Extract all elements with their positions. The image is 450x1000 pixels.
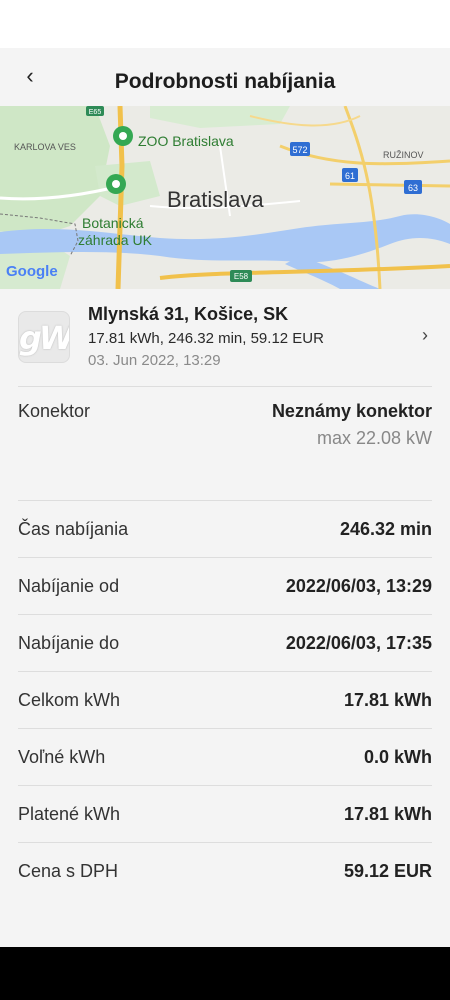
detail-label: Nabíjanie do <box>18 633 120 653</box>
shield-572: 572 <box>292 145 307 155</box>
detail-row-total-kwh: Celkom kWh 17.81 kWh <box>0 672 450 729</box>
station-logo: gW <box>18 311 70 363</box>
session-summary: 17.81 kWh, 246.32 min, 59.12 EUR <box>88 330 324 347</box>
detail-label: Celkom kWh <box>18 690 121 710</box>
detail-value: 17.81 kWh <box>343 690 432 710</box>
detail-label: Čas nabíjania <box>18 519 129 539</box>
station-card[interactable]: gW Mlynská 31, Košice, SK 17.81 kWh, 246… <box>0 289 450 387</box>
divider <box>18 386 432 387</box>
map-label-botanicka: Botanická <box>82 215 144 231</box>
connector-label: Konektor <box>18 401 91 421</box>
detail-label: Nabíjanie od <box>18 576 120 596</box>
detail-value: 246.32 min <box>339 519 432 539</box>
detail-label: Voľné kWh <box>18 747 106 767</box>
connector-value: Neznámy konektor <box>271 401 432 421</box>
botanic-garden-marker-icon[interactable] <box>106 174 126 194</box>
shield-61: 61 <box>345 171 355 181</box>
detail-row-free-kwh: Voľné kWh 0.0 kWh <box>0 729 450 786</box>
zoo-marker-icon[interactable] <box>113 126 133 146</box>
detail-value: 2022/06/03, 13:29 <box>285 576 432 596</box>
map-label-city: Bratislava <box>167 187 264 212</box>
google-logo: Google <box>6 263 58 280</box>
detail-row-charging-time: Čas nabíjania 246.32 min <box>0 501 450 558</box>
detail-row-charging-from: Nabíjanie od 2022/06/03, 13:29 <box>0 558 450 615</box>
map-label-ruzinov: RUŽINOV <box>383 150 424 160</box>
shield-e58: E58 <box>234 272 249 281</box>
status-bar <box>0 0 450 48</box>
station-name: Mlynská 31, Košice, SK <box>88 304 289 324</box>
detail-value: 0.0 kWh <box>363 747 432 767</box>
system-navigation-bar <box>0 947 450 1000</box>
chevron-right-icon[interactable]: › <box>422 325 428 346</box>
map-label-zahrada: záhrada UK <box>78 232 153 248</box>
shield-e65: E65 <box>89 109 102 116</box>
map-label-karlova-ves: KARLOVA VES <box>14 142 76 152</box>
detail-row-charging-to: Nabíjanie do 2022/06/03, 17:35 <box>0 615 450 672</box>
map-label-zoo: ZOO Bratislava <box>138 133 234 149</box>
detail-label: Cena s DPH <box>18 861 119 881</box>
detail-label: Platené kWh <box>18 804 121 824</box>
detail-row-price-vat: Cena s DPH 59.12 EUR <box>0 843 450 900</box>
detail-value: 2022/06/03, 17:35 <box>285 633 432 653</box>
map-view[interactable]: E65 572 61 63 E58 KARLOVA VES ZOO Bratis… <box>0 106 450 289</box>
session-date: 03. Jun 2022, 13:29 <box>88 352 221 369</box>
shield-63: 63 <box>408 183 418 193</box>
detail-value: 59.12 EUR <box>343 861 432 881</box>
detail-value: 17.81 kWh <box>343 804 432 824</box>
app-bar: ‹ Podrobnosti nabíjania <box>0 48 450 106</box>
connector-max-power: max 22.08 kW <box>316 428 432 448</box>
detail-row-paid-kwh: Platené kWh 17.81 kWh <box>0 786 450 843</box>
details-panel: gW Mlynská 31, Košice, SK 17.81 kWh, 246… <box>0 289 450 947</box>
page-title: Podrobnosti nabíjania <box>114 70 336 93</box>
